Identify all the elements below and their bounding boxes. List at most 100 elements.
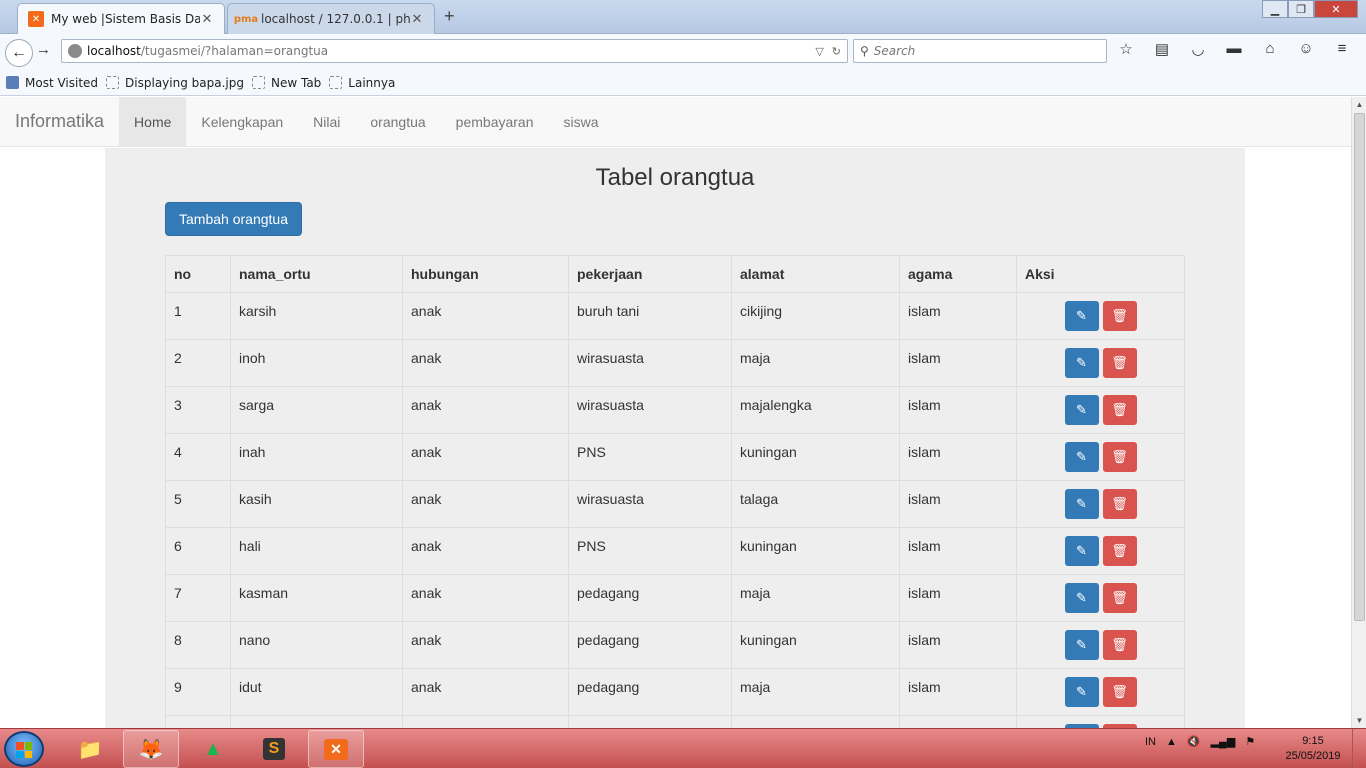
edit-icon[interactable]: ✎ [1064,348,1099,378]
bookmark-lainnya[interactable]: Lainnya [329,76,395,90]
close-window-icon[interactable]: ✕ [1314,0,1358,18]
network-signal-icon[interactable]: ▂▄▆ [1211,735,1236,748]
cell-agama: islam [899,527,1017,575]
xampp-taskbar-icon[interactable]: ✕ [308,730,364,768]
cell-hubungan: anak [402,668,569,716]
bookmark-displaying[interactable]: Displaying bapa.jpg [106,76,244,90]
nav-kelengkapan[interactable]: Kelengkapan [186,97,298,146]
nav-siswa[interactable]: siswa [549,97,614,146]
edit-icon[interactable]: ✎ [1064,583,1099,613]
pocket-icon[interactable]: ◡ [1187,40,1209,58]
edit-icon[interactable]: ✎ [1064,301,1099,331]
page-title: Tabel orangtua [595,164,755,191]
taskbar-clock[interactable]: 9:15 25/05/2019 [1282,734,1344,764]
trash-icon[interactable]: 🗑 [1102,536,1137,566]
navbar-brand[interactable]: Informatika [0,97,119,146]
download-icon[interactable]: ▬ [1223,40,1245,58]
add-orangtua-button[interactable]: Tambah orangtua [165,202,302,236]
tray-expand-icon[interactable]: ▲ [1166,736,1177,748]
cell-pekerjaan: PNS [568,527,732,575]
cell-pekerjaan: pedagang [568,668,732,716]
new-tab-icon[interactable]: + [444,6,455,27]
forward-arrow-icon[interactable]: → [36,41,51,58]
smiley-icon[interactable]: ☺ [1295,40,1317,58]
column-header: no [165,255,231,293]
bookmark-most-visited[interactable]: Most Visited [6,76,98,90]
search-input[interactable]: ⚲ Search [853,39,1107,63]
cell-pekerjaan: PNS [568,433,732,481]
browser-tab-active[interactable]: ✕ My web |Sistem Basis Data| ✕ [17,3,225,34]
trash-icon[interactable]: 🗑 [1102,489,1137,519]
main-container: Tabel orangtua Tambah orangtua no nama_o… [105,148,1245,728]
dropdown-arrow-icon[interactable]: ▽ [815,45,823,58]
edit-icon[interactable]: ✎ [1064,395,1099,425]
edit-icon[interactable]: ✎ [1064,489,1099,519]
bookmark-star-icon[interactable]: ☆ [1115,40,1137,58]
start-button[interactable] [4,731,44,767]
cell-alamat: maja [731,574,900,622]
sublime-text-icon[interactable]: S [246,730,302,768]
close-tab-icon[interactable]: ✕ [410,12,424,27]
nav-pembayaran[interactable]: pembayaran [441,97,549,146]
volume-muted-icon[interactable]: 🔇 [1187,735,1201,748]
show-desktop-button[interactable] [1352,729,1366,768]
table-row: 7 kasman anak pedagang maja islam ✎ 🗑 [165,574,1185,622]
cell-aksi: ✎🗑 [1016,480,1185,528]
firefox-icon[interactable]: 🦊 [123,730,179,768]
scroll-up-icon[interactable]: ▲ [1352,97,1366,112]
page-scrollbar[interactable]: ▲ ▼ [1351,97,1366,728]
edit-icon[interactable]: ✎ [1064,442,1099,472]
maximize-icon[interactable]: ❐ [1288,0,1314,18]
trash-icon[interactable]: 🗑 [1102,442,1137,472]
app-green-triangle-icon[interactable]: ▲ [185,730,241,768]
cell-no: 1 [165,292,231,340]
trash-icon[interactable]: 🗑 [1102,630,1137,660]
close-tab-icon[interactable]: ✕ [200,12,214,27]
browser-tab[interactable]: pma localhost / 127.0.0.1 | php... ✕ [227,3,435,34]
scroll-down-icon[interactable]: ▼ [1352,713,1366,728]
reload-icon[interactable]: ↻ [832,45,841,58]
cell-agama: islam [899,433,1017,481]
reading-list-icon[interactable]: ▤ [1151,40,1173,58]
nav-home[interactable]: Home [119,97,187,146]
edit-icon[interactable]: ✎ [1064,536,1099,566]
orangtua-table: no nama_ortu hubungan pekerjaan alamat a… [165,255,1185,728]
home-icon[interactable]: ⌂ [1259,40,1281,58]
trash-icon[interactable]: 🗑 [1102,583,1137,613]
cell-nama-ortu: nano [230,621,403,669]
back-arrow-icon[interactable]: ← [5,39,33,67]
cell-alamat: majalengka [731,386,900,434]
menu-icon[interactable]: ≡ [1331,40,1353,58]
cell-nama-ortu: karsih [230,292,403,340]
minimize-icon[interactable]: ▁ [1262,0,1288,18]
trash-icon[interactable]: 🗑 [1102,301,1137,331]
language-indicator[interactable]: IN [1145,736,1156,748]
table-row: anakpetanimajaislam✎🗑 [165,715,1185,728]
column-header: agama [899,255,1017,293]
bookmark-new-tab[interactable]: New Tab [251,76,321,90]
cell-aksi: ✎🗑 [1016,668,1185,716]
url-path: /tugasmei/?halaman=orangtua [140,44,329,58]
cell-aksi: ✎🗑 [1016,433,1185,481]
trash-icon[interactable]: 🗑 [1102,677,1137,707]
cell-no: 7 [165,574,231,622]
trash-icon[interactable]: 🗑 [1102,348,1137,378]
table-row: 1 karsih anak buruh tani cikijing islam ✎ 🗑 [165,292,1185,340]
address-bar[interactable]: localhost/tugasmei/?halaman=orangtua ▽ ↻ [61,39,848,63]
column-header: alamat [731,255,900,293]
nav-nilai[interactable]: Nilai [298,97,355,146]
edit-icon[interactable]: ✎ [1064,677,1099,707]
file-explorer-icon[interactable]: 📁 [62,730,118,768]
edit-icon[interactable]: ✎ [1064,630,1099,660]
nav-orangtua[interactable]: orangtua [355,97,440,146]
cell-no: 2 [165,339,231,387]
trash-icon[interactable]: 🗑 [1102,395,1137,425]
cell-agama: islam [899,480,1017,528]
scrollbar-thumb[interactable] [1354,113,1365,621]
browser-toolbar: ← → localhost/tugasmei/?halaman=orangtua… [0,34,1366,70]
cell-aksi: ✎🗑 [1016,621,1185,669]
cell-pekerjaan: pedagang [568,621,732,669]
cell-hubungan: anak [402,621,569,669]
action-center-icon[interactable]: ⚑ [1245,735,1255,748]
cell-nama-ortu: sarga [230,386,403,434]
